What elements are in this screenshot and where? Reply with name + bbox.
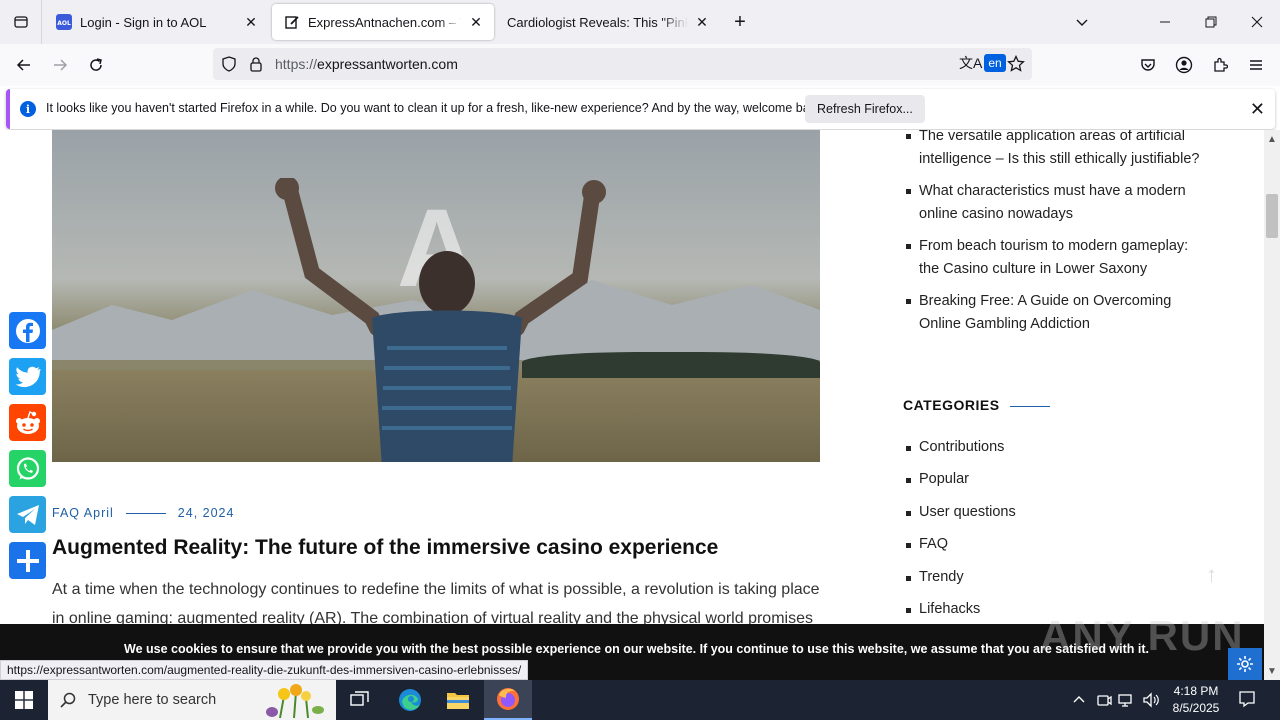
notification-center-icon[interactable] [1238, 690, 1256, 711]
tab-cardiologist[interactable]: Cardiologist Reveals: This "Pink Salt ✕ [495, 4, 720, 40]
lock-icon[interactable] [249, 56, 263, 77]
more-share-button[interactable] [9, 542, 46, 579]
twitter-icon [15, 366, 41, 387]
navigation-bar: https://expressantworten.com 文A en [0, 44, 1280, 86]
recent-post-link[interactable]: The versatile application areas of artif… [906, 130, 1209, 170]
recent-post-link[interactable]: Breaking Free: A Guide on Overcoming Onl… [906, 290, 1209, 335]
facebook-icon [15, 318, 40, 343]
article-date: 24, 2024 [177, 506, 235, 520]
translate-button[interactable]: 文A en [959, 53, 1006, 73]
page-scrollbar[interactable]: ▲ ▼ [1264, 130, 1280, 680]
twitter-share-button[interactable] [9, 358, 46, 395]
hamburger-menu-icon[interactable] [1242, 51, 1270, 79]
article-meta: FAQ April 24, 2024 [52, 506, 234, 520]
man-raising-arms-graphic [275, 178, 606, 462]
aol-icon: AOL [56, 14, 72, 30]
minimize-icon[interactable] [1142, 0, 1188, 44]
telegram-share-button[interactable] [9, 496, 46, 533]
category-link[interactable]: Trendy [906, 569, 964, 585]
reddit-share-button[interactable] [9, 404, 46, 441]
tab-title: ExpressAntnachen.com – The m [308, 14, 462, 30]
network-icon[interactable] [1118, 692, 1136, 711]
bookmark-star-icon[interactable] [1007, 54, 1025, 78]
tab-list-icon[interactable] [0, 0, 42, 44]
taskbar-search-box[interactable]: Type here to search [48, 680, 336, 720]
edit-document-icon [284, 14, 300, 30]
task-view-icon[interactable] [336, 680, 384, 720]
flowers-search-highlight-icon [260, 682, 332, 720]
tab-title: Login - Sign in to AOL [80, 14, 207, 30]
close-tab-icon[interactable]: ✕ [468, 14, 484, 30]
account-icon[interactable] [1170, 51, 1198, 79]
taskbar-clock[interactable]: 4:18 PM 8/5/2025 [1168, 683, 1224, 717]
tab-overflow-chevron-icon[interactable] [1059, 0, 1105, 44]
scroll-down-arrow-icon[interactable]: ▼ [1267, 666, 1277, 677]
telegram-icon [16, 504, 39, 525]
pocket-icon[interactable] [1134, 51, 1162, 79]
category-link[interactable]: Popular [906, 471, 969, 487]
whatsapp-icon [16, 456, 39, 480]
whatsapp-share-button[interactable] [9, 450, 46, 487]
category-link[interactable]: FAQ [905, 536, 948, 552]
cookie-message: We use cookies to ensure that we provide… [124, 642, 1149, 656]
show-hidden-icons-chevron-icon[interactable] [1072, 692, 1086, 709]
back-arrow-icon[interactable] [10, 51, 38, 79]
extensions-icon[interactable] [1206, 51, 1234, 79]
search-placeholder: Type here to search [88, 692, 217, 708]
tab-aol-login[interactable]: AOL Login - Sign in to AOL ✕ [44, 4, 269, 40]
refresh-firefox-button[interactable]: Refresh Firefox... [805, 95, 925, 123]
plus-icon [16, 549, 39, 572]
article-title[interactable]: Augmented Reality: The future of the imm… [52, 536, 718, 560]
close-tab-icon[interactable]: ✕ [243, 14, 259, 30]
reload-icon[interactable] [82, 51, 110, 79]
translate-language-badge: en [984, 54, 1006, 72]
file-explorer-icon[interactable] [434, 680, 482, 720]
forward-arrow-icon[interactable] [46, 51, 74, 79]
recent-post-link[interactable]: From beach tourism to modern gameplay: t… [906, 235, 1209, 280]
meta-divider [125, 513, 166, 515]
url-bar[interactable]: https://expressantworten.com 文A en [213, 48, 1032, 80]
tab-expressantworten[interactable]: ExpressAntnachen.com – The m ✕ [272, 4, 494, 40]
close-window-icon[interactable] [1234, 0, 1280, 44]
scrollbar-thumb[interactable] [1266, 194, 1278, 238]
refresh-firefox-notification: i It looks like you haven't started Fire… [6, 89, 1275, 129]
info-icon: i [20, 101, 36, 117]
close-tab-icon[interactable]: ✕ [694, 14, 710, 30]
svg-text:AOL: AOL [57, 20, 71, 27]
status-link-url: https://expressantworten.com/augmented-r… [0, 660, 529, 680]
facebook-share-button[interactable] [9, 312, 46, 349]
category-link[interactable]: Contributions [905, 439, 1004, 455]
tab-title: Cardiologist Reveals: This "Pink Salt [507, 14, 688, 30]
anyrun-watermark: ANY RUN [1040, 612, 1245, 659]
scroll-up-arrow-icon[interactable]: ▲ [1267, 134, 1277, 145]
scroll-to-top-arrow-icon[interactable]: ↑ [1206, 562, 1217, 588]
notification-message: It looks like you haven't started Firefo… [46, 101, 826, 115]
tab-strip: AOL Login - Sign in to AOL ✕ ExpressAntn… [0, 0, 1280, 44]
hero-image[interactable]: A [52, 130, 820, 462]
cookie-settings-gear-icon[interactable] [1228, 648, 1262, 680]
close-notification-icon[interactable]: ✕ [1250, 99, 1265, 120]
windows-start-icon[interactable] [0, 680, 48, 720]
edge-browser-icon[interactable] [386, 680, 434, 720]
translate-icon: 文A [959, 55, 983, 71]
tracking-protection-shield-icon[interactable] [221, 56, 237, 77]
meet-now-icon[interactable] [1096, 692, 1112, 711]
clock-time: 4:18 PM [1173, 684, 1219, 698]
category-link[interactable]: Lifehacks [905, 601, 980, 617]
volume-icon[interactable] [1142, 692, 1160, 711]
new-tab-icon[interactable]: + [728, 10, 752, 34]
recent-post-link[interactable]: What characteristics must have a modern … [906, 180, 1209, 225]
restore-icon[interactable] [1188, 0, 1234, 44]
categories-heading: CATEGORIES [903, 397, 1050, 413]
reddit-icon [15, 410, 40, 434]
search-icon [60, 692, 76, 713]
url-text[interactable]: https://expressantworten.com [275, 56, 458, 72]
web-page: A FAQ April 24, 2024 Augmented Reality: T… [0, 130, 1264, 680]
clock-date: 8/5/2025 [1172, 701, 1220, 715]
windows-taskbar: Type here to search 4:18 PM 8/5/2025 [0, 680, 1280, 720]
firefox-taskbar-icon[interactable] [484, 680, 532, 720]
category-link[interactable]: User questions [906, 504, 1016, 520]
article-category-link[interactable]: FAQ April [52, 506, 114, 520]
